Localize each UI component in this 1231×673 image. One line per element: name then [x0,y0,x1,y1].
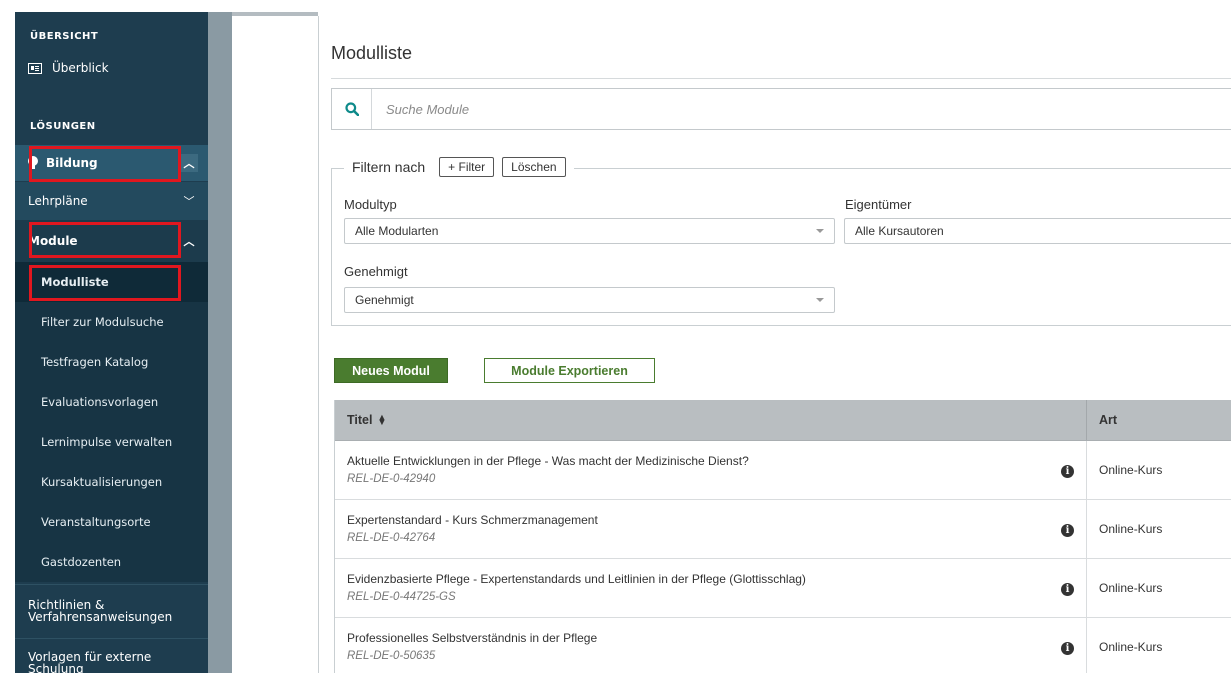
chevron-up-icon[interactable]: ︿ [180,154,198,172]
module-id: REL-DE-0-44725-GS [347,591,456,603]
column-header-art-label: Art [1099,413,1118,427]
sidebar-item-richtlinien[interactable]: Richtlinien & Verfahrensanweisungen [15,584,208,636]
sidebar-item-label: Veranstaltungsorte [41,515,151,529]
sidebar-item-label: Testfragen Katalog [41,355,149,369]
column-header-title[interactable]: Titel ▲ ▼ [335,400,1087,440]
sidebar-item-overview[interactable]: Überblick [15,50,208,86]
column-header-title-label: Titel [347,413,373,427]
row-title-cell: Expertenstandard - Kurs Schmerzmanagemen… [335,500,1087,558]
lightbulb-icon [28,156,38,169]
add-filter-button[interactable]: + Filter [439,157,495,177]
section-header-overview: ÜBERSICHT [30,31,99,42]
chevron-down-icon[interactable]: ﹀ [180,192,198,210]
main-panel: Modulliste Filtern nach + Filter Löschen… [318,16,1231,673]
new-module-button[interactable]: Neues Modul [334,358,448,383]
sidebar-item-filter-modulsuche[interactable]: Filter zur Modulsuche [15,302,208,342]
module-id: REL-DE-0-50635 [347,650,436,662]
sidebar-item-label: Gastdozenten [41,555,122,569]
genehmigt-label: Genehmigt [344,264,408,279]
row-title-cell: Aktuelle Entwicklungen in der Pflege - W… [335,441,1087,499]
sidebar-item-label: Lehrpläne [28,194,88,208]
module-title[interactable]: Professionelles Selbstverständnis in der… [347,631,1074,645]
sidebar-item-label: Filter zur Modulsuche [41,315,164,329]
eigentuemer-select-value: Alle Kursautoren [855,224,944,238]
sidebar-item-label: Module [28,234,78,248]
table-row[interactable]: Expertenstandard - Kurs Schmerzmanagemen… [335,500,1231,559]
chevron-up-icon[interactable]: ︿ [180,232,198,250]
sort-icon[interactable]: ▲ ▼ [377,413,386,427]
sidebar-item-label: Vorlagen für externe Schulung [28,650,152,673]
table-row[interactable]: Aktuelle Entwicklungen in der Pflege - W… [335,441,1231,500]
module-type: Online-Kurs [1099,640,1163,654]
sidebar-item-label: Bildung [46,156,98,170]
sidebar-item-bildung[interactable]: Bildung ︿ [15,145,208,181]
filter-legend: Filtern nach + Filter Löschen [344,157,574,177]
search-icon [344,102,359,116]
title-divider [331,78,1231,79]
table-row[interactable]: Professionelles Selbstverständnis in der… [335,618,1231,673]
module-type: Online-Kurs [1099,463,1163,477]
sidebar-item-lehrplaene[interactable]: Lehrpläne ﹀ [15,182,208,220]
genehmigt-select[interactable]: Genehmigt [344,287,835,313]
module-id: REL-DE-0-42764 [347,532,436,544]
column-header-art[interactable]: Art [1087,400,1231,440]
sidebar-item-kursaktualisierungen[interactable]: Kursaktualisierungen [15,462,208,502]
eigentuemer-label: Eigentümer [845,197,912,212]
info-icon[interactable]: i [1061,465,1074,478]
module-type: Online-Kurs [1099,581,1163,595]
module-type: Online-Kurs [1099,522,1163,536]
dashboard-icon [28,62,42,74]
search-bar [331,88,1231,130]
sidebar-item-lernimpulse[interactable]: Lernimpulse verwalten [15,422,208,462]
search-input[interactable] [372,101,872,117]
module-title[interactable]: Aktuelle Entwicklungen in der Pflege - W… [347,454,1074,468]
modultyp-label: Modultyp [344,197,397,212]
clear-filter-button[interactable]: Löschen [502,157,566,177]
section-header-solutions: LÖSUNGEN [30,121,96,132]
sidebar-item-label: Evaluationsvorlagen [41,395,159,409]
sidebar-item-evaluationsvorlagen[interactable]: Evaluationsvorlagen [15,382,208,422]
search-button[interactable] [332,89,372,129]
filter-panel: Filtern nach + Filter Löschen Modultyp A… [331,157,1231,326]
row-title-cell: Evidenzbasierte Pflege - Expertenstandar… [335,559,1087,617]
sidebar-item-module[interactable]: Module ︿ [15,220,208,262]
sidebar-item-veranstaltungsorte[interactable]: Veranstaltungsorte [15,502,208,542]
row-title-cell: Professionelles Selbstverständnis in der… [335,618,1087,673]
sidebar-item-vorlagen[interactable]: Vorlagen für externe Schulung [15,638,208,673]
genehmigt-select-value: Genehmigt [355,293,414,307]
sidebar-item-label: Lernimpulse verwalten [41,435,173,449]
caret-down-icon [816,298,824,302]
info-icon[interactable]: i [1061,583,1074,596]
sidebar-item-gastdozenten[interactable]: Gastdozenten [15,542,208,582]
sidebar-item-modulliste[interactable]: Modulliste [15,262,208,302]
info-icon[interactable]: i [1061,642,1074,655]
page-title: Modulliste [331,43,413,63]
sidebar-item-testfragen[interactable]: Testfragen Katalog [15,342,208,382]
module-title[interactable]: Expertenstandard - Kurs Schmerzmanagemen… [347,513,1074,527]
module-title[interactable]: Evidenzbasierte Pflege - Expertenstandar… [347,572,1074,586]
sidebar-item-label: Richtlinien & Verfahrensanweisungen [28,597,173,624]
caret-down-icon [816,229,824,233]
gray-gutter [208,12,232,673]
top-divider [232,12,318,16]
module-id: REL-DE-0-42940 [347,473,436,485]
sidebar-item-label: Kursaktualisierungen [41,475,163,489]
table-row[interactable]: Evidenzbasierte Pflege - Expertenstandar… [335,559,1231,618]
table-header: Titel ▲ ▼ Art [335,400,1231,441]
sidebar: ÜBERSICHT Überblick LÖSUNGEN Bildung ︿ L… [15,12,208,673]
sidebar-item-label: Modulliste [41,275,109,289]
modultyp-select-value: Alle Modularten [355,224,439,238]
module-table: Titel ▲ ▼ Art Aktuelle Entwicklungen in d… [334,400,1231,673]
modultyp-select[interactable]: Alle Modularten [344,218,835,244]
eigentuemer-select[interactable]: Alle Kursautoren [844,218,1231,244]
filter-legend-label: Filtern nach [352,159,426,175]
info-icon[interactable]: i [1061,524,1074,537]
sidebar-item-label: Überblick [52,61,109,75]
export-modules-button[interactable]: Module Exportieren [484,358,655,383]
